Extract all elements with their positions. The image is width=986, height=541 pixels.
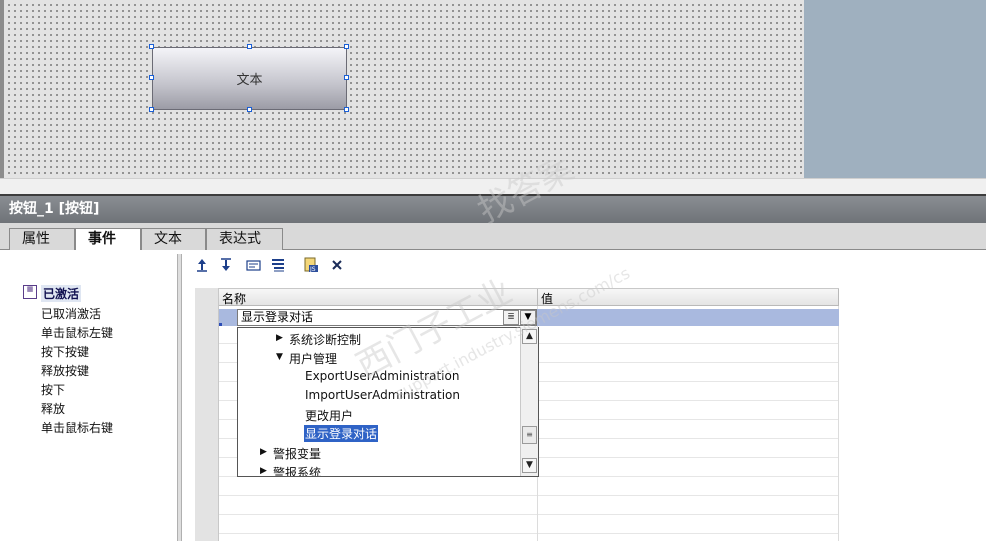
tree-node-user-management[interactable]: 用户管理 — [289, 350, 337, 367]
tab-properties[interactable]: 属性 — [9, 228, 75, 250]
function-list-icon[interactable]: ≣ — [503, 310, 519, 325]
canvas-outside-area — [804, 0, 986, 178]
resize-handle-e[interactable] — [344, 75, 349, 80]
tab-events[interactable]: 事件 — [75, 228, 141, 251]
move-down-icon[interactable] — [217, 256, 235, 274]
function-tree-dropdown[interactable]: ▶ 系统诊断控制 ▼ 用户管理 ExportUserAdministration… — [237, 327, 539, 477]
event-item-left-click[interactable]: 单击鼠标左键 — [41, 324, 113, 341]
tree-node-alarm-tags[interactable]: 警报变量 — [273, 445, 321, 462]
resize-handle-sw[interactable] — [149, 107, 154, 112]
caret-down-icon[interactable]: ▼ — [276, 352, 283, 362]
insert-folder-icon[interactable] — [245, 256, 263, 274]
event-item-activated[interactable]: 已激活 — [41, 285, 82, 302]
tree-node-change-user[interactable]: 更改用户 — [305, 407, 353, 424]
svg-text:JS: JS — [309, 266, 316, 273]
tree-node-alarm-system[interactable]: 警报系统 — [273, 464, 321, 476]
column-header-name[interactable]: 名称 — [222, 290, 246, 307]
column-header-value[interactable]: 值 — [541, 290, 553, 307]
list-icon[interactable] — [269, 256, 287, 274]
event-item-deactivated[interactable]: 已取消激活 — [41, 305, 101, 322]
delete-icon[interactable] — [328, 256, 346, 274]
screen-editor-canvas[interactable]: 文本 — [0, 0, 986, 178]
resize-handle-nw[interactable] — [149, 44, 154, 49]
scroll-up-icon[interactable]: ▲ — [522, 329, 537, 344]
event-item-press[interactable]: 按下 — [41, 381, 65, 398]
script-icon[interactable]: JS — [302, 256, 320, 274]
resize-handle-se[interactable] — [344, 107, 349, 112]
tree-node-export-user-admin[interactable]: ExportUserAdministration — [305, 369, 459, 383]
chevron-down-icon[interactable]: ▼ — [520, 310, 536, 325]
tab-texts[interactable]: 文本 — [141, 228, 206, 250]
tab-expressions[interactable]: 表达式 — [206, 228, 283, 250]
tree-node-system-diagnostics[interactable]: 系统诊断控制 — [289, 331, 361, 348]
scroll-thumb[interactable]: ≡ — [522, 426, 537, 444]
hmi-button-object[interactable]: 文本 — [152, 47, 347, 110]
event-item-right-click[interactable]: 单击鼠标右键 — [41, 419, 113, 436]
resize-handle-s[interactable] — [247, 107, 252, 112]
event-item-key-release[interactable]: 释放按键 — [41, 362, 89, 379]
dropdown-scrollbar[interactable]: ▲ ≡ ▼ — [520, 327, 538, 476]
resize-handle-n[interactable] — [247, 44, 252, 49]
resize-handle-ne[interactable] — [344, 44, 349, 49]
event-list-splitter[interactable] — [177, 254, 182, 541]
row-edit-marker — [219, 323, 222, 326]
move-up-icon[interactable] — [193, 256, 211, 274]
event-function-list-icon: ▦ — [23, 285, 37, 299]
inspector-tabbar: 属性 事件 文本 表达式 — [0, 223, 986, 251]
scroll-down-icon[interactable]: ▼ — [522, 458, 537, 473]
hmi-button-text: 文本 — [236, 73, 263, 88]
caret-right-icon[interactable]: ▶ — [260, 466, 267, 476]
function-name-combobox[interactable]: 显示登录对话 — [237, 309, 537, 326]
caret-right-icon[interactable]: ▶ — [276, 333, 283, 343]
grid-header: 名称 值 — [219, 288, 839, 306]
tree-node-show-logon-dialog[interactable]: 显示登录对话 — [304, 425, 379, 442]
event-item-key-press[interactable]: 按下按键 — [41, 343, 89, 360]
resize-handle-w[interactable] — [149, 75, 154, 80]
editor-splitter[interactable] — [0, 178, 986, 196]
caret-right-icon[interactable]: ▶ — [260, 447, 267, 457]
grid-row-headers — [195, 288, 219, 541]
inspector-title: 按钮_1 [按钮] — [0, 196, 986, 223]
event-item-release[interactable]: 释放 — [41, 400, 65, 417]
canvas-grid[interactable] — [4, 0, 804, 178]
tree-node-import-user-admin[interactable]: ImportUserAdministration — [305, 388, 460, 402]
